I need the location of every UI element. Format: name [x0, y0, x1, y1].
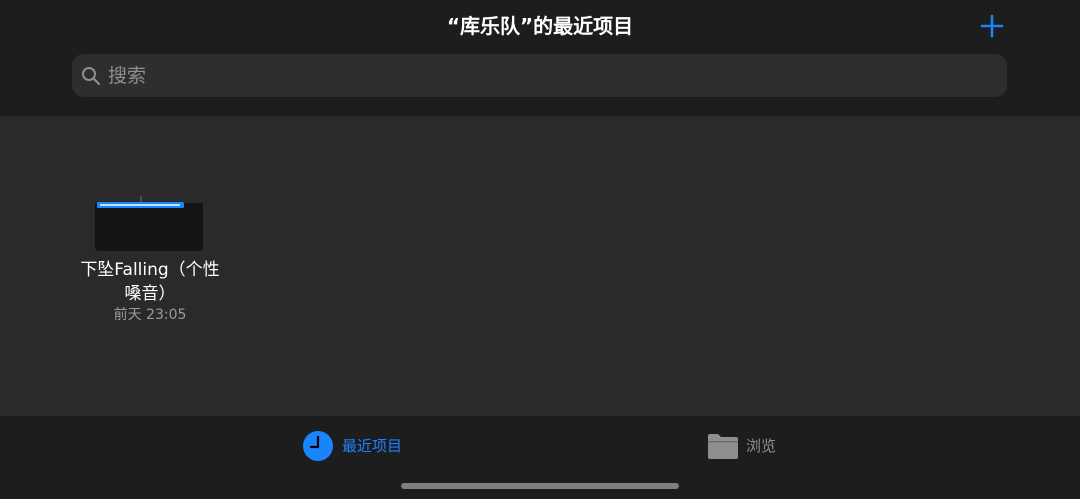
tab-browse[interactable]: 浏览 — [707, 428, 797, 468]
search-input[interactable] — [108, 54, 988, 97]
tab-recent[interactable]: 最近项目 — [302, 428, 422, 468]
search-bar[interactable] — [72, 54, 1007, 97]
clock-icon — [303, 431, 333, 461]
page-title: “库乐队”的最近项目 — [446, 14, 634, 38]
add-project-button[interactable] — [978, 12, 1006, 40]
navigation-header: “库乐队”的最近项目 — [0, 0, 1080, 116]
project-date: 前天 23:05 — [113, 307, 187, 323]
plus-icon — [980, 14, 1004, 38]
project-name: 下坠Falling（个性嗓音） — [80, 260, 220, 304]
search-icon — [82, 67, 101, 86]
tab-browse-label: 浏览 — [746, 437, 777, 455]
folder-icon — [708, 434, 738, 459]
home-indicator[interactable] — [401, 483, 679, 489]
tab-recent-label: 最近项目 — [342, 437, 403, 455]
project-thumbnail — [95, 196, 203, 251]
